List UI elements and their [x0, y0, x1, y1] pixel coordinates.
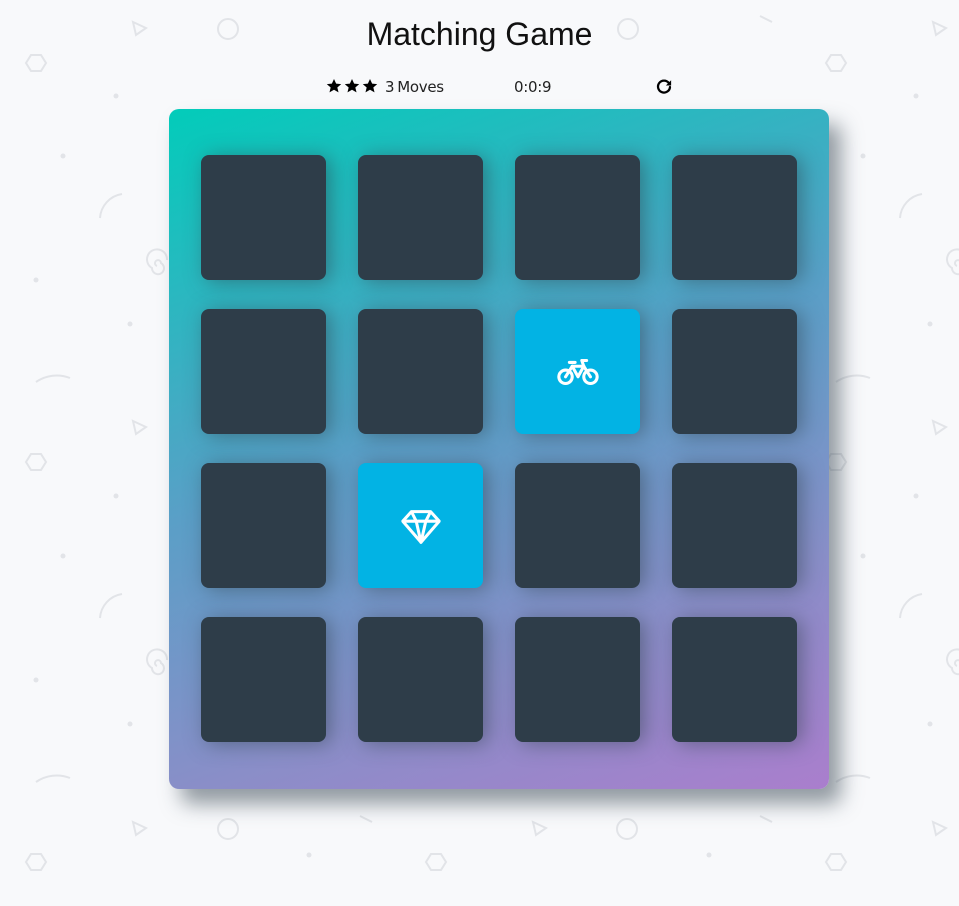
card[interactable] — [358, 309, 483, 434]
card[interactable] — [672, 155, 797, 280]
star-icon — [344, 79, 360, 93]
card[interactable] — [201, 463, 326, 588]
card[interactable] — [358, 463, 483, 588]
card[interactable] — [515, 463, 640, 588]
moves-counter: 3 Moves — [385, 78, 444, 96]
restart-icon — [656, 79, 672, 94]
star-icon — [326, 79, 342, 93]
moves-label: Moves — [397, 78, 444, 96]
timer: 0:0:9 — [514, 78, 552, 96]
card[interactable] — [201, 309, 326, 434]
card[interactable] — [515, 617, 640, 742]
card[interactable] — [672, 463, 797, 588]
bicycle-icon — [556, 358, 599, 385]
card[interactable] — [515, 155, 640, 280]
diamond-icon — [400, 509, 441, 544]
card[interactable] — [672, 617, 797, 742]
restart-button[interactable] — [655, 78, 673, 96]
card[interactable] — [201, 617, 326, 742]
score-panel: 3 Moves 0:0:9 — [0, 76, 959, 98]
moves-count: 3 — [385, 78, 395, 96]
star-icon — [362, 79, 378, 93]
card[interactable] — [515, 309, 640, 434]
game-title: Matching Game — [366, 16, 593, 52]
card[interactable] — [201, 155, 326, 280]
card[interactable] — [358, 617, 483, 742]
card[interactable] — [672, 309, 797, 434]
card[interactable] — [358, 155, 483, 280]
star-rating — [326, 78, 378, 94]
card-deck — [169, 109, 829, 789]
